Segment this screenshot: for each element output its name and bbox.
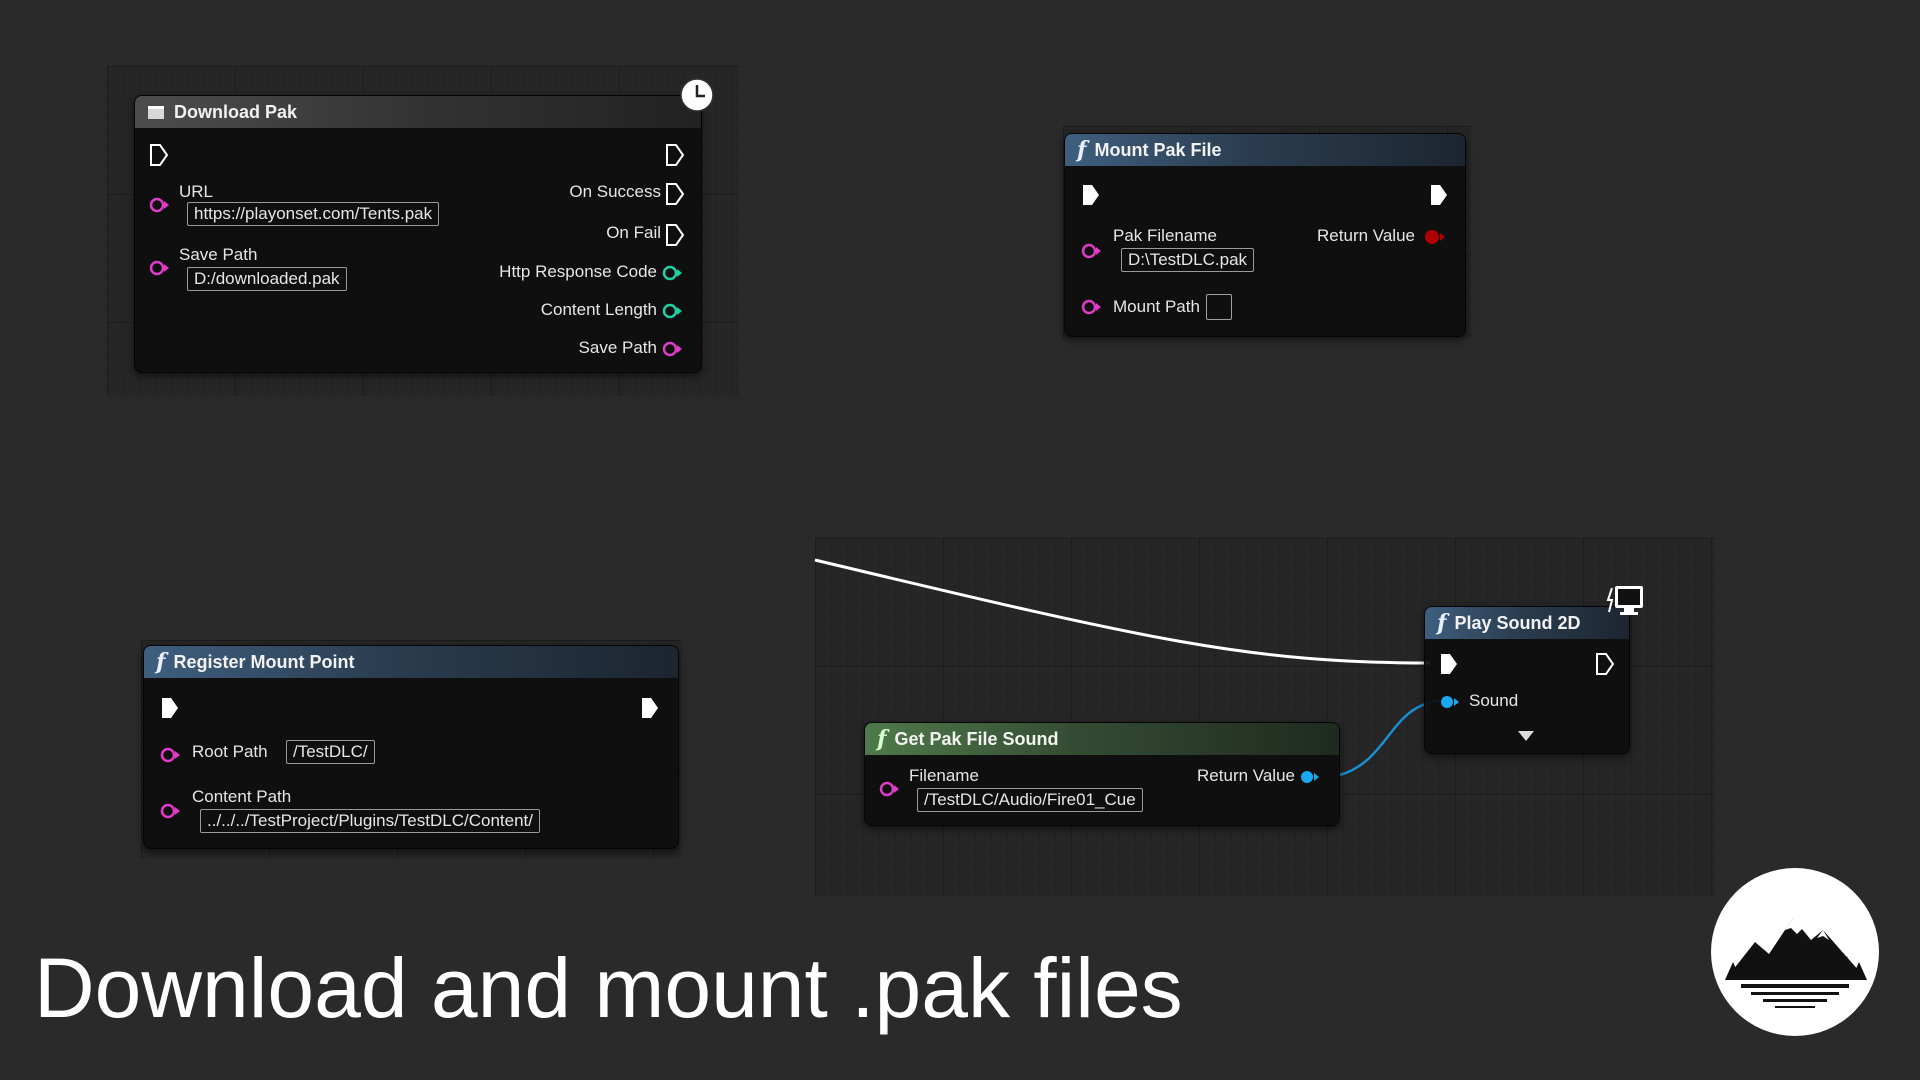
mount-path-label: Mount Path — [1113, 297, 1200, 316]
exec-out-pin[interactable] — [665, 143, 685, 167]
exec-out-pin[interactable] — [1429, 183, 1449, 207]
exec-in-pin[interactable] — [149, 143, 169, 167]
on-fail-label: On Fail — [606, 223, 661, 242]
exec-out-pin[interactable] — [640, 696, 660, 720]
content-path-label: Content Path — [192, 787, 292, 806]
get-pak-file-sound-header[interactable]: f Get Pak File Sound — [865, 723, 1339, 755]
play-sound-2d-node[interactable]: f Play Sound 2D Sound — [1424, 606, 1630, 754]
pak-filename-label: Pak Filename — [1113, 226, 1217, 245]
save-path-out-pin[interactable] — [662, 340, 684, 358]
mount-pak-file-header[interactable]: f Mount Pak File — [1065, 134, 1465, 166]
url-input[interactable]: https://playonset.com/Tents.pak — [187, 202, 440, 226]
latent-node-icon — [148, 106, 164, 119]
function-icon: f — [1437, 610, 1447, 636]
filename-label: Filename — [909, 766, 979, 785]
url-pin[interactable] — [149, 196, 171, 214]
mountain-logo — [1711, 868, 1879, 1036]
save-path-input[interactable]: D:/downloaded.pak — [187, 267, 347, 291]
function-icon: f — [877, 726, 887, 752]
exec-in-pin[interactable] — [1081, 183, 1101, 207]
download-pak-node[interactable]: Download Pak URL https://playonset.com/T… — [134, 95, 702, 373]
exec-in-pin[interactable] — [160, 696, 180, 720]
pak-filename-input[interactable]: D:\TestDLC.pak — [1121, 248, 1255, 272]
register-mount-point-header[interactable]: f Register Mount Point — [144, 646, 678, 678]
sound-return-value-pin[interactable] — [1299, 768, 1321, 786]
function-icon: f — [1077, 137, 1087, 163]
latent-clock-icon — [680, 78, 714, 112]
mountain-logo-icon — [1725, 918, 1867, 1008]
on-success-label: On Success — [569, 182, 661, 201]
content-length-label: Content Length — [540, 300, 657, 319]
return-value-pin[interactable] — [1423, 228, 1447, 246]
sound-label: Sound — [1469, 691, 1519, 710]
filename-input[interactable]: /TestDLC/Audio/Fire01_Cue — [917, 788, 1143, 812]
return-value-label: Return Value — [1317, 226, 1415, 245]
page-title: Download and mount .pak files — [34, 941, 1183, 1035]
register-mount-point-node[interactable]: f Register Mount Point Root Path /TestDL… — [143, 645, 679, 849]
content-length-pin[interactable] — [662, 302, 684, 320]
on-fail-pin[interactable] — [665, 223, 685, 247]
get-pak-file-sound-node[interactable]: f Get Pak File Sound Filename /TestDLC/A… — [864, 722, 1340, 826]
filename-pin[interactable] — [879, 780, 901, 798]
sound-return-value-label: Return Value — [1197, 766, 1295, 785]
play-sound-2d-header[interactable]: f Play Sound 2D — [1425, 607, 1629, 639]
on-success-pin[interactable] — [665, 182, 685, 206]
download-pak-title: Download Pak — [174, 101, 298, 122]
root-path-input[interactable]: /TestDLC/ — [286, 740, 375, 764]
root-path-label: Root Path — [192, 742, 268, 761]
root-path-pin[interactable] — [160, 746, 182, 764]
http-response-code-pin[interactable] — [662, 264, 684, 282]
save-path-out-label: Save Path — [578, 338, 657, 357]
exec-in-pin[interactable] — [1439, 652, 1459, 676]
pak-filename-pin[interactable] — [1081, 242, 1103, 260]
mount-path-row: Mount Path — [1113, 294, 1232, 320]
save-path-label: Save Path — [179, 245, 258, 264]
client-only-monitor-icon — [1606, 586, 1643, 615]
download-pak-header[interactable]: Download Pak — [135, 96, 701, 128]
exec-wire[interactable] — [814, 558, 1431, 665]
mount-pak-file-node[interactable]: f Mount Pak File Pak Filename D:\TestDLC… — [1064, 133, 1466, 337]
get-pak-file-sound-title: Get Pak File Sound — [894, 728, 1059, 749]
play-sound-2d-title: Play Sound 2D — [1454, 612, 1581, 633]
exec-out-pin[interactable] — [1595, 652, 1615, 676]
mount-pak-file-title: Mount Pak File — [1094, 139, 1222, 160]
http-response-code-label: Http Response Code — [499, 262, 657, 281]
sound-in-pin[interactable] — [1439, 693, 1461, 711]
content-path-input[interactable]: ../../../TestProject/Plugins/TestDLC/Con… — [200, 809, 540, 833]
mount-path-pin[interactable] — [1081, 298, 1103, 316]
url-label: URL — [179, 182, 214, 201]
advanced-expand-icon[interactable] — [1517, 730, 1535, 742]
register-mount-point-title: Register Mount Point — [173, 651, 355, 672]
mount-path-checkbox[interactable] — [1205, 294, 1232, 320]
save-path-in-pin[interactable] — [149, 259, 171, 277]
function-icon: f — [156, 649, 166, 675]
content-path-pin[interactable] — [160, 802, 182, 820]
